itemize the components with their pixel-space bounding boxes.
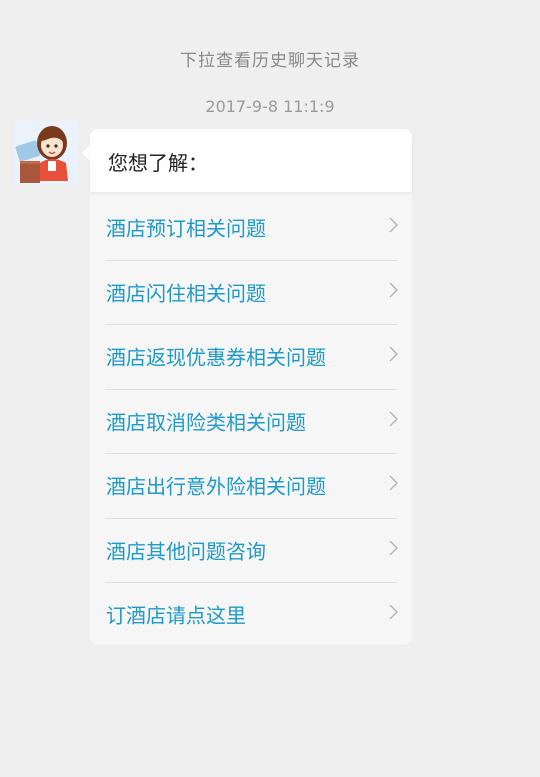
chevron-right-icon xyxy=(389,604,398,620)
menu-item-hotel-cancellation-insurance[interactable]: 酒店取消险类相关问题 xyxy=(90,388,412,454)
menu-item-label[interactable]: 酒店其他问题咨询 xyxy=(106,535,266,564)
menu-item-label[interactable]: 订酒店请点这里 xyxy=(106,600,246,629)
history-hint[interactable]: 下拉查看历史聊天记录 xyxy=(0,46,540,71)
faq-menu: 酒店预订相关问题 酒店闪住相关问题 酒店返现优惠券相关问题 酒店取消险类相关问题… xyxy=(90,195,412,647)
menu-item-book-hotel[interactable]: 订酒店请点这里 xyxy=(90,582,412,647)
menu-item-hotel-booking[interactable]: 酒店预订相关问题 xyxy=(90,195,412,260)
chevron-right-icon xyxy=(389,217,398,233)
menu-item-label[interactable]: 酒店预订相关问题 xyxy=(106,213,266,242)
menu-item-hotel-other-questions[interactable]: 酒店其他问题咨询 xyxy=(90,517,412,583)
menu-item-hotel-travel-accident-insurance[interactable]: 酒店出行意外险相关问题 xyxy=(90,453,412,518)
customer-service-avatar-icon[interactable] xyxy=(14,121,78,185)
menu-item-hotel-quick-stay[interactable]: 酒店闪住相关问题 xyxy=(90,259,412,325)
menu-item-label[interactable]: 酒店出行意外险相关问题 xyxy=(106,471,326,500)
menu-item-label[interactable]: 酒店取消险类相关问题 xyxy=(106,406,306,435)
menu-item-label[interactable]: 酒店闪住相关问题 xyxy=(106,277,266,306)
bubble-header: 您想了解： xyxy=(90,129,412,192)
chevron-right-icon xyxy=(389,346,398,362)
chevron-right-icon xyxy=(389,475,398,491)
message-bubble: 您想了解： 酒店预订相关问题 酒店闪住相关问题 酒店返现优惠券相关问题 酒店取消… xyxy=(82,129,412,647)
chevron-right-icon xyxy=(389,540,398,556)
menu-item-hotel-cashback-coupon[interactable]: 酒店返现优惠券相关问题 xyxy=(90,324,412,389)
chevron-right-icon xyxy=(389,282,398,298)
message-title: 您想了解： xyxy=(108,151,208,175)
chevron-right-icon xyxy=(389,411,398,427)
message-timestamp: 2017-9-8 11:1:9 xyxy=(205,97,335,116)
menu-item-label[interactable]: 酒店返现优惠券相关问题 xyxy=(106,342,326,371)
